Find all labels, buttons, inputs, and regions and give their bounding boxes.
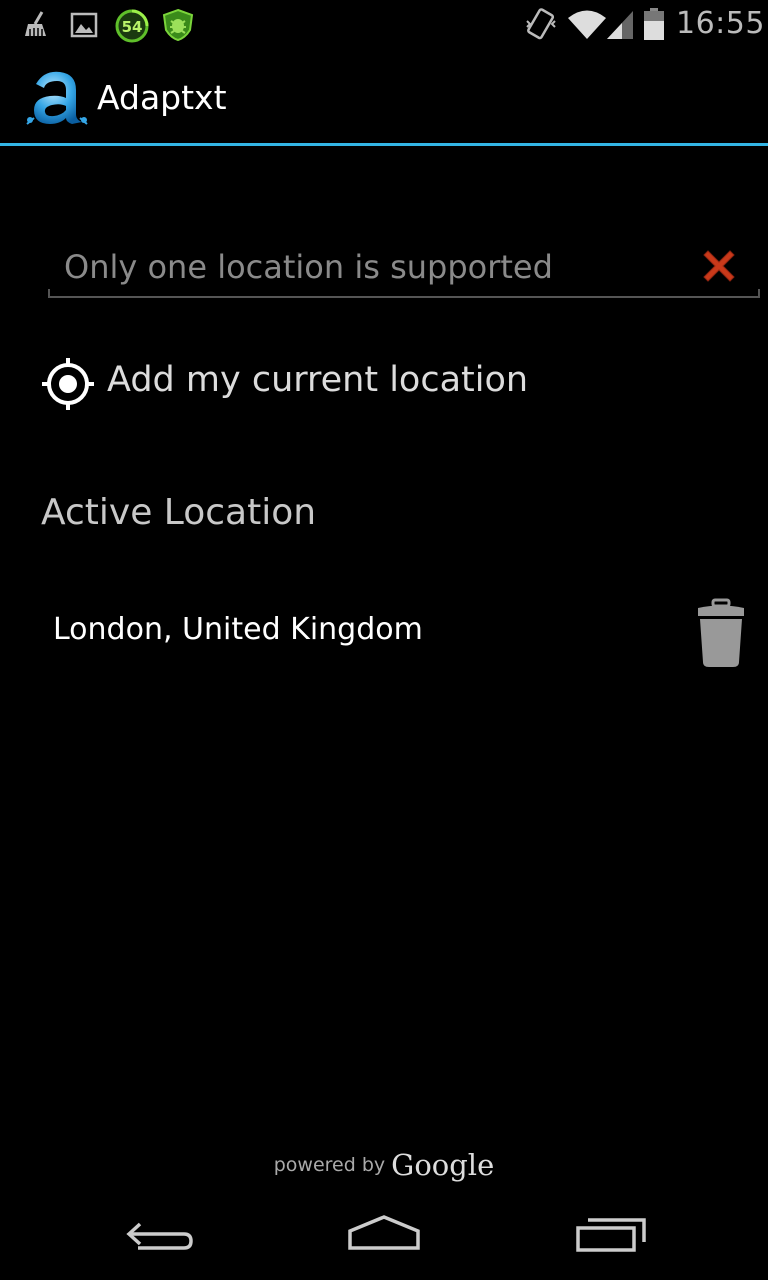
navigation-bar <box>0 1190 768 1280</box>
status-clock: 16:55 <box>676 6 765 41</box>
vibrate-icon <box>524 7 558 47</box>
list-item[interactable]: London, United Kingdom <box>0 590 768 676</box>
active-location-heading: Active Location <box>41 492 317 533</box>
google-brand: Google <box>391 1148 495 1182</box>
broom-icon <box>22 10 50 42</box>
image-icon <box>70 12 98 42</box>
add-current-location-button[interactable]: Add my current location <box>40 352 740 416</box>
trash-icon[interactable] <box>695 598 747 674</box>
location-search-field <box>48 238 760 298</box>
adaptxt-logo-icon[interactable] <box>24 68 90 132</box>
target-icon <box>40 356 96 416</box>
location-search-input[interactable] <box>64 244 664 290</box>
wifi-icon <box>567 9 607 45</box>
battery-icon <box>643 7 665 45</box>
back-button[interactable] <box>100 1204 220 1268</box>
add-current-location-label: Add my current location <box>107 360 529 400</box>
battery-saver-badge-icon: 54 <box>114 8 150 48</box>
home-button[interactable] <box>324 1204 444 1268</box>
recent-apps-button[interactable] <box>550 1204 670 1268</box>
powered-by-label: powered by <box>273 1154 386 1176</box>
status-bar: 54 16:55 <box>0 0 768 50</box>
shield-bug-icon <box>161 8 195 46</box>
location-name: London, United Kingdom <box>53 612 423 647</box>
close-icon[interactable] <box>699 246 739 290</box>
cell-signal-icon <box>605 9 635 45</box>
app-title: Adaptxt <box>97 78 227 117</box>
badge-number: 54 <box>122 18 143 36</box>
action-bar: Adaptxt <box>0 50 768 146</box>
powered-by-footer: powered by Google <box>0 1148 768 1188</box>
